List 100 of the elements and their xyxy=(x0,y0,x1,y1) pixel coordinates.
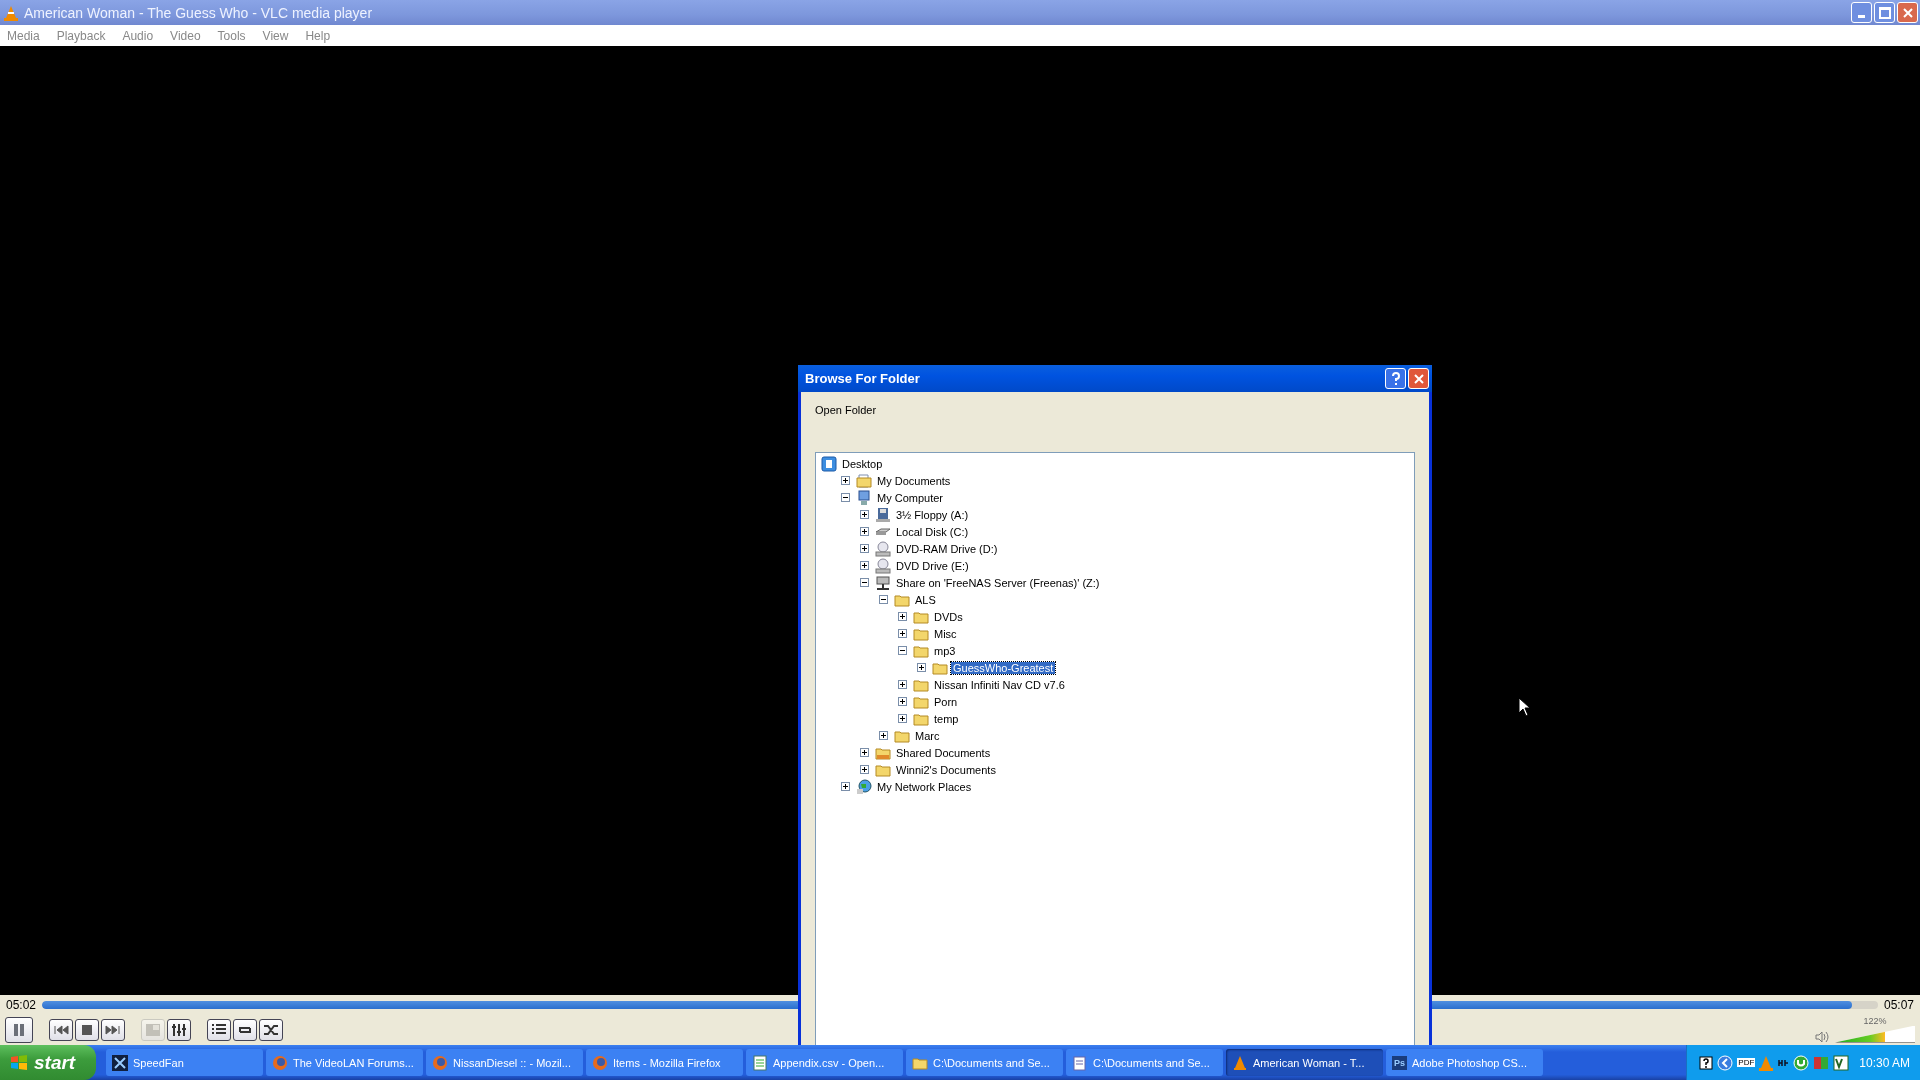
tree-item[interactable]: DVD Drive (E:) xyxy=(894,559,971,572)
fullscreen-icon xyxy=(145,1023,161,1037)
menu-item[interactable]: Audio xyxy=(122,28,154,43)
help-icon[interactable] xyxy=(1699,1055,1714,1070)
expand-toggle[interactable] xyxy=(879,731,888,740)
stop-icon xyxy=(79,1023,95,1037)
tree-item[interactable]: Desktop xyxy=(840,457,885,470)
close-button[interactable] xyxy=(1408,368,1429,389)
collapse-toggle[interactable] xyxy=(898,646,907,655)
expand-toggle[interactable] xyxy=(898,714,907,723)
stop-button[interactable] xyxy=(75,1019,99,1041)
help-button[interactable] xyxy=(1385,368,1406,389)
expand-toggle[interactable] xyxy=(898,612,907,621)
pause-button[interactable] xyxy=(5,1017,33,1043)
tree-item[interactable]: Porn xyxy=(932,695,960,708)
collapse-toggle[interactable] xyxy=(841,493,850,502)
menu-item[interactable]: Tools xyxy=(217,28,246,43)
tray-icon[interactable]: PDF xyxy=(1737,1058,1756,1067)
menu-item[interactable]: Media xyxy=(7,28,40,43)
mouse-pointer-icon xyxy=(1518,697,1530,717)
spreadsheet-icon xyxy=(752,1054,768,1071)
expand-toggle[interactable] xyxy=(841,476,850,485)
tree-item[interactable]: Nissan Infiniti Nav CD v7.6 xyxy=(932,678,1067,691)
tree-item[interactable]: 3½ Floppy (A:) xyxy=(894,508,971,521)
expand-toggle[interactable] xyxy=(860,527,869,536)
collapse-toggle[interactable] xyxy=(860,578,869,587)
globe-icon xyxy=(856,778,872,795)
next-button[interactable] xyxy=(101,1019,125,1041)
browser-icon xyxy=(432,1054,448,1071)
expand-toggle[interactable] xyxy=(898,680,907,689)
taskbar-button[interactable]: C:\Documents and Se... xyxy=(906,1049,1063,1076)
minimize-button[interactable] xyxy=(1851,2,1872,23)
previous-button[interactable] xyxy=(49,1019,73,1041)
dialog-title: Browse For Folder xyxy=(804,371,920,386)
playlist-icon xyxy=(211,1023,227,1037)
computer-icon xyxy=(856,489,872,506)
equalizer-icon xyxy=(171,1023,187,1037)
expand-toggle[interactable] xyxy=(860,561,869,570)
loop-button[interactable] xyxy=(233,1019,257,1041)
fan-icon xyxy=(112,1054,128,1071)
folder-icon xyxy=(856,472,872,489)
taskbar-button[interactable]: The VideoLAN Forums... xyxy=(266,1049,423,1076)
expand-toggle[interactable] xyxy=(860,748,869,757)
chevron-left-icon[interactable] xyxy=(1717,1054,1734,1071)
tree-item[interactable]: Local Disk (C:) xyxy=(894,525,971,538)
tree-item[interactable]: Shared Documents xyxy=(894,746,993,759)
network-drive-icon xyxy=(875,574,891,591)
clock: 10:30 AM xyxy=(1859,1055,1910,1070)
notepad-icon xyxy=(1072,1054,1088,1071)
menu-item[interactable]: View xyxy=(262,28,289,43)
taskbar-button[interactable]: American Woman - T... xyxy=(1226,1049,1383,1076)
taskbar-button[interactable]: C:\Documents and Se... xyxy=(1066,1049,1223,1076)
menu-item[interactable]: Playback xyxy=(56,28,106,43)
tray-app-icon[interactable] xyxy=(1833,1054,1850,1071)
pause-icon xyxy=(11,1023,27,1037)
expand-toggle[interactable] xyxy=(860,544,869,553)
tree-item[interactable]: mp3 xyxy=(932,644,958,657)
expand-toggle[interactable] xyxy=(898,697,907,706)
playlist-button[interactable] xyxy=(207,1019,231,1041)
expand-toggle[interactable] xyxy=(860,510,869,519)
equalizer-button[interactable] xyxy=(167,1019,191,1041)
taskbar-button[interactable]: Ps Adobe Photoshop CS... xyxy=(1386,1049,1543,1076)
menu-item[interactable]: Help xyxy=(305,28,331,43)
tree-item[interactable]: DVD-RAM Drive (D:) xyxy=(894,542,1000,555)
tree-item[interactable]: Misc xyxy=(932,627,959,640)
total-time: 05:07 xyxy=(1883,998,1914,1012)
tree-item[interactable]: My Documents xyxy=(875,474,953,487)
close-icon xyxy=(1413,373,1424,384)
collapse-toggle[interactable] xyxy=(879,595,888,604)
tree-item[interactable]: Marc xyxy=(913,729,942,742)
dialog-prompt: Open Folder xyxy=(815,404,877,416)
taskbar-button[interactable]: NissanDiesel :: - Mozil... xyxy=(426,1049,583,1076)
floppy-drive-icon xyxy=(875,506,891,523)
tree-item[interactable]: Winni2's Documents xyxy=(894,763,998,776)
browser-icon xyxy=(272,1054,288,1071)
traffic-cone-icon xyxy=(1232,1054,1248,1071)
expand-toggle[interactable] xyxy=(898,629,907,638)
restore-button[interactable] xyxy=(1874,2,1895,23)
menu-item[interactable]: Video xyxy=(170,28,201,43)
tree-item[interactable]: My Network Places xyxy=(875,780,974,793)
torrent-icon[interactable] xyxy=(1793,1054,1810,1071)
help-icon xyxy=(1390,371,1401,386)
expand-toggle[interactable] xyxy=(860,765,869,774)
app-icon: Ps xyxy=(1392,1055,1407,1070)
expand-toggle[interactable] xyxy=(841,782,850,791)
tree-item[interactable]: Share on 'FreeNAS Server (Freenas)' (Z:) xyxy=(894,576,1102,589)
tree-item[interactable]: My Computer xyxy=(875,491,946,504)
start-button[interactable]: start xyxy=(0,1045,96,1080)
close-button[interactable] xyxy=(1897,2,1918,23)
shuffle-button[interactable] xyxy=(259,1019,283,1041)
tree-item[interactable]: ALS xyxy=(913,593,938,606)
elapsed-time: 05:02 xyxy=(6,998,37,1012)
tree-item[interactable]: DVDs xyxy=(932,610,965,623)
tree-item[interactable]: GuessWho-Greatest xyxy=(951,661,1056,674)
tree-item[interactable]: temp xyxy=(932,712,961,725)
taskbar-button[interactable]: Appendix.csv - Open... xyxy=(746,1049,903,1076)
expand-toggle[interactable] xyxy=(917,663,926,672)
taskbar-button[interactable]: SpeedFan xyxy=(106,1049,263,1076)
taskbar-button[interactable]: Items - Mozilla Firefox xyxy=(586,1049,743,1076)
previous-icon xyxy=(53,1023,69,1037)
